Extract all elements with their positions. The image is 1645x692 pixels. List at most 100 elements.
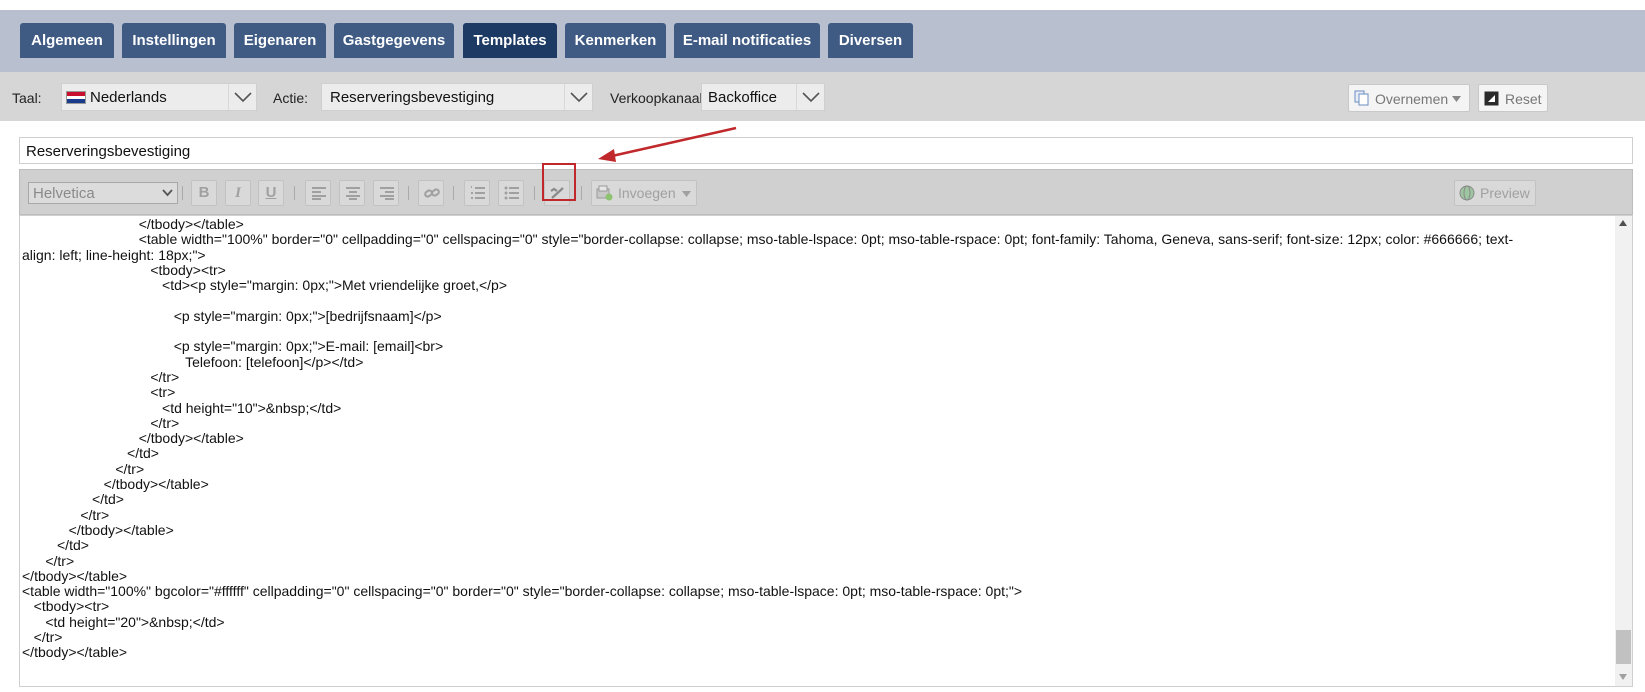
font-family-value: Helvetica [33,185,95,202]
source-line: </tr> [22,506,110,523]
align-center-icon [346,187,360,200]
source-line: <p style="margin: 0px;">[bedrijfsnaam]</… [22,307,442,324]
source-line: </tr> [22,414,180,431]
source-line: align: left; line-height: 18px;"> [22,246,206,263]
verkoopkanaal-label: Verkoopkanaal: [610,90,707,106]
toolbar-divider [294,186,295,200]
insert-icon [596,185,613,201]
annotation-arrow-icon [598,126,737,162]
scrollbar-thumb[interactable] [1616,630,1631,664]
tab-bar: Algemeen Instellingen Eigenaren Gastgege… [0,10,1645,72]
scroll-down-icon[interactable] [1619,674,1627,680]
tab-algemeen[interactable]: Algemeen [20,23,114,58]
source-line: </tbody></table> [22,430,244,447]
source-line: <td height="10">&nbsp;</td> [22,399,342,416]
source-line: </td> [22,445,159,462]
ordered-list-button[interactable] [464,180,490,206]
toolbar-divider [581,186,582,200]
source-line: Telefoon: [telefoon]</p></td> [22,353,364,370]
overnemen-button[interactable]: Overnemen [1348,84,1470,112]
globe-icon [1459,185,1475,201]
tab-kenmerken[interactable]: Kenmerken [565,23,666,58]
link-button[interactable] [418,180,444,206]
source-line: </tr> [22,629,63,646]
netherlands-flag-icon [66,91,86,104]
tab-diversen[interactable]: Diversen [828,23,913,58]
align-right-icon [380,187,394,200]
unordered-list-button[interactable] [498,180,524,206]
taal-select[interactable]: Nederlands [61,83,257,111]
font-family-select[interactable]: Helvetica [28,182,178,204]
scroll-up-icon[interactable] [1619,220,1627,226]
taal-value: Nederlands [90,89,167,106]
options-bar: Taal: Nederlands Actie: Reserveringsbeve… [0,72,1645,121]
chevron-down-icon [564,84,592,110]
caret-down-icon [682,191,691,197]
preview-label: Preview [1480,185,1530,201]
source-line: </td> [22,491,124,508]
taal-label: Taal: [12,90,42,106]
source-line: </tbody></table> [22,216,244,232]
tab-gastgegevens[interactable]: Gastgegevens [334,23,454,58]
actie-select[interactable]: Reserveringsbevestiging [321,83,593,111]
source-line: </td> [22,537,89,554]
toolbar-divider [182,186,183,200]
ordered-list-icon [471,186,485,199]
actie-value: Reserveringsbevestiging [330,89,495,106]
vertical-scrollbar[interactable] [1615,216,1632,686]
verkoopkanaal-value: Backoffice [708,89,777,106]
source-line: <p style="margin: 0px;">E-mail: [email]<… [22,338,444,355]
source-line: <td><p style="margin: 0px;">Met vriendel… [22,277,507,294]
toolbar-divider [408,186,409,200]
source-line: </tr> [22,460,145,477]
tab-email-notificaties[interactable]: E-mail notificaties [674,23,820,58]
source-line: </tbody></table> [22,567,128,584]
overnemen-label: Overnemen [1375,91,1449,107]
invoegen-label: Invoegen [618,185,676,201]
chevron-down-icon [796,84,824,110]
toolbar-divider [453,186,454,200]
bold-button[interactable]: B [191,180,217,206]
source-line: </tbody></table> [22,521,174,538]
italic-button[interactable]: I [225,180,251,206]
invoegen-button[interactable]: Invoegen [591,180,697,206]
align-center-button[interactable] [339,180,365,206]
underline-button[interactable]: U [258,180,284,206]
toolbar-divider [534,186,535,200]
chevron-down-icon [162,189,173,197]
source-line: </tbody></table> [22,476,209,493]
tab-instellingen[interactable]: Instellingen [122,23,226,58]
reset-icon [1484,91,1499,106]
source-line: </tbody></table> [22,644,128,661]
source-line: <tbody><tr> [22,598,110,615]
source-line [22,292,1617,307]
copy-icon [1354,90,1369,106]
align-right-button[interactable] [373,180,399,206]
source-line: </tr> [22,552,75,569]
verkoopkanaal-select[interactable]: Backoffice [701,83,825,111]
tab-templates[interactable]: Templates [463,23,557,58]
actie-label: Actie: [273,90,309,106]
subject-input[interactable]: Reserveringsbevestiging [19,137,1633,164]
source-line: <tbody><tr> [22,261,226,278]
source-code-text[interactable]: </tbody></table> <table width="100%" bor… [22,216,1617,660]
align-left-button[interactable] [305,180,331,206]
source-line: <table width="100%" border="0" cellpaddi… [22,231,1514,248]
source-line: </tr> [22,368,180,385]
source-line: <td height="20">&nbsp;</td> [22,613,225,630]
highlight-box [542,163,576,201]
chevron-down-icon [228,84,256,110]
reset-button[interactable]: Reset [1478,84,1548,112]
caret-down-icon [1452,96,1461,102]
reset-label: Reset [1505,91,1542,107]
preview-button[interactable]: Preview [1454,180,1536,206]
editor-toolbar: Helvetica B I U Invoegen Preview [19,163,1633,215]
source-line: <table width="100%" bgcolor="#ffffff" ce… [22,583,1023,600]
link-icon [424,188,440,198]
align-left-icon [312,187,326,200]
source-line: <tr> [22,384,176,401]
html-source-editor[interactable]: </tbody></table> <table width="100%" bor… [19,215,1633,687]
unordered-list-icon [504,186,519,200]
source-line [22,323,1617,338]
tab-eigenaren[interactable]: Eigenaren [234,23,326,58]
